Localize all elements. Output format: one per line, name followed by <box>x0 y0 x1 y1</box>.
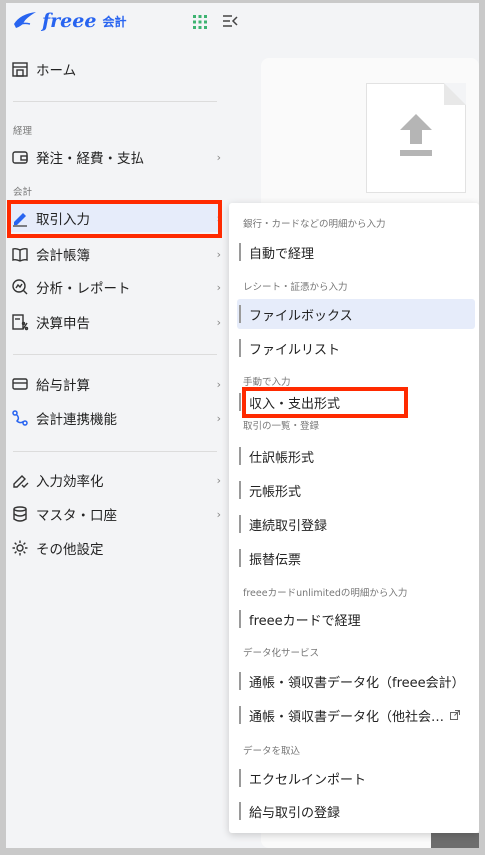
submenu-item-label: 自動で経理 <box>249 246 315 262</box>
sidebar-divider <box>13 451 217 452</box>
submenu-item-filelist[interactable]: ファイルリスト <box>237 333 475 363</box>
book-icon <box>11 245 29 263</box>
chevron-right-icon: › <box>216 150 221 164</box>
freee-logo[interactable]: freee 会計 <box>12 8 126 34</box>
sidebar-item-label: 会計帳簿 <box>36 248 90 264</box>
submenu-item-label: 元帳形式 <box>249 484 302 500</box>
sidebar-divider <box>13 354 217 355</box>
sidebar: freee 会計 ホーム 経理 発注・経費・支払 › 会計 取引入力 › 会計帳… <box>6 3 238 848</box>
submenu-item-auto[interactable]: 自動で経理 <box>237 237 475 267</box>
submenu-item-label: エクセルインポート <box>249 772 367 788</box>
submenu-item-freee-card[interactable]: freeeカードで経理 <box>237 604 475 634</box>
freee-bird-logo-icon <box>14 12 36 28</box>
apps-grid-icon[interactable] <box>193 15 207 29</box>
sidebar-item-label: 分析・レポート <box>36 281 131 297</box>
submenu-item-batch[interactable]: 連続取引登録 <box>237 509 475 539</box>
submenu-item-label: freeeカードで経理 <box>249 613 361 629</box>
submenu-item-filebox[interactable]: ファイルボックス <box>237 299 475 329</box>
chevron-right-icon: › <box>216 411 221 425</box>
chevron-right-icon: › <box>216 377 221 391</box>
submenu-item-ledger-format[interactable]: 元帳形式 <box>237 475 475 505</box>
product-name: 会計 <box>102 14 127 29</box>
submenu-item-payroll-tx[interactable]: 給与取引の登録 <box>237 796 475 826</box>
sidebar-item-label: 取引入力 <box>36 212 90 228</box>
submenu-item-income-expense[interactable]: 収入・支出形式 <box>237 390 475 414</box>
sidebar-item-master[interactable]: マスタ・口座 › <box>11 500 221 528</box>
sidebar-item-label: 入力効率化 <box>36 474 104 490</box>
brand-name: freee <box>42 10 97 32</box>
submenu-item-label: 連続取引登録 <box>249 518 328 534</box>
edit-check-icon <box>11 471 29 489</box>
sidebar-item-label: ホーム <box>36 63 77 79</box>
upload-document-icon[interactable] <box>366 83 466 193</box>
submenu-item-label: 仕訳帳形式 <box>249 450 315 466</box>
submenu-item-label: 通帳・領収書データ化（freee会計） <box>249 675 465 691</box>
submenu-item-label: ファイルリスト <box>249 342 341 358</box>
collapse-sidebar-icon[interactable] <box>222 13 238 29</box>
sidebar-item-label: 給与計算 <box>36 378 90 394</box>
submenu-item-label: 振替伝票 <box>249 552 302 568</box>
sidebar-item-order-expense[interactable]: 発注・経費・支払 › <box>11 143 221 171</box>
chart-search-icon <box>11 278 29 296</box>
submenu-item-transfer[interactable]: 振替伝票 <box>237 543 475 573</box>
sidebar-divider <box>13 101 217 102</box>
bottom-strip <box>431 833 479 848</box>
chevron-right-icon: › <box>216 247 221 261</box>
submenu-item-datafy-freee[interactable]: 通帳・領収書データ化（freee会計） <box>237 666 475 696</box>
sidebar-item-label: 決算申告 <box>36 316 90 332</box>
section-label-keiri: 経理 <box>13 126 33 137</box>
sidebar-item-label: マスタ・口座 <box>36 508 117 524</box>
submenu-group-label: 銀行・カードなどの明細から入力 <box>243 219 386 230</box>
chevron-right-icon: › <box>216 315 221 329</box>
external-link-icon <box>450 710 461 720</box>
sidebar-item-efficiency[interactable]: 入力効率化 › <box>11 466 221 494</box>
document-percent-icon <box>11 313 29 331</box>
submenu-item-label: 通帳・領収書データ化（他社会… <box>249 709 445 725</box>
sidebar-item-label: 発注・経費・支払 <box>36 151 144 167</box>
submenu-item-datafy-other[interactable]: 通帳・領収書データ化（他社会… <box>237 700 475 730</box>
store-icon <box>11 60 29 78</box>
sidebar-item-other-settings[interactable]: その他設定 <box>11 534 221 562</box>
wallet-icon <box>11 148 29 166</box>
submenu-group-label: 手動で入力 <box>243 377 291 388</box>
sidebar-item-settlement[interactable]: 決算申告 › <box>11 308 221 336</box>
pen-icon <box>11 209 29 227</box>
sidebar-item-integration[interactable]: 会計連携機能 › <box>11 404 221 432</box>
submenu-item-label: 給与取引の登録 <box>249 805 341 821</box>
sidebar-item-home[interactable]: ホーム <box>11 55 221 83</box>
card-icon <box>11 375 29 393</box>
gear-icon <box>11 539 29 557</box>
link-icon <box>11 409 29 427</box>
sidebar-item-ledger[interactable]: 会計帳簿 › <box>11 240 221 268</box>
sidebar-item-payroll[interactable]: 給与計算 › <box>11 370 221 398</box>
sidebar-item-transaction-input[interactable]: 取引入力 › <box>11 204 221 232</box>
submenu-group-label: freeeカードunlimitedの明細から入力 <box>243 588 408 599</box>
submenu-group-label: データ化サービス <box>243 648 320 659</box>
database-icon <box>11 505 29 523</box>
submenu-item-label: ファイルボックス <box>249 308 353 324</box>
submenu-item-label: 収入・支出形式 <box>249 396 341 412</box>
chevron-right-icon: › <box>216 211 221 225</box>
transaction-input-submenu: 銀行・カードなどの明細から入力 自動で経理 レシート・証憑から入力 ファイルボッ… <box>229 203 479 833</box>
sidebar-item-label: 会計連携機能 <box>36 412 117 428</box>
chevron-right-icon: › <box>216 473 221 487</box>
submenu-item-journal[interactable]: 仕訳帳形式 <box>237 441 475 471</box>
chevron-right-icon: › <box>216 507 221 521</box>
submenu-item-excel[interactable]: エクセルインポート <box>237 763 475 793</box>
chevron-right-icon: › <box>216 280 221 294</box>
submenu-group-label: レシート・証憑から入力 <box>243 282 348 293</box>
submenu-group-label: データを取込 <box>243 746 301 757</box>
app-frame: freee 会計 ホーム 経理 発注・経費・支払 › 会計 取引入力 › 会計帳… <box>6 3 479 848</box>
sidebar-item-analysis[interactable]: 分析・レポート › <box>11 273 221 301</box>
submenu-group-label: 取引の一覧・登録 <box>243 421 320 432</box>
sidebar-item-label: その他設定 <box>36 542 104 558</box>
section-label-kaikei: 会計 <box>13 187 33 198</box>
